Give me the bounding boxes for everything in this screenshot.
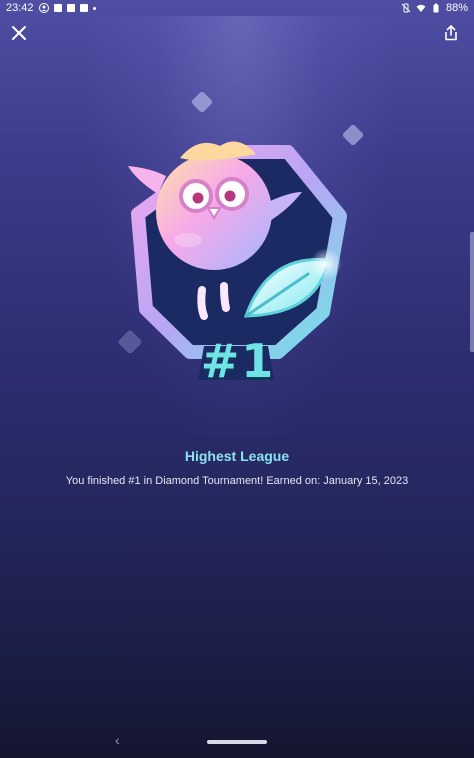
close-icon	[12, 26, 26, 40]
navigation-bar: ‹	[0, 728, 474, 758]
share-button[interactable]	[440, 22, 462, 44]
dot-icon	[92, 6, 96, 10]
top-toolbar	[0, 22, 474, 46]
status-bar: 23:42 88%	[0, 0, 474, 16]
messenger-icon	[79, 4, 88, 12]
share-icon	[445, 25, 457, 41]
home-pill-icon[interactable]	[207, 740, 267, 744]
facebook-icon	[66, 4, 75, 12]
back-chevron-icon[interactable]: ‹	[115, 732, 120, 748]
achievement-title: Highest League	[184, 448, 290, 464]
battery-icon	[431, 3, 441, 13]
battery-percent: 88%	[445, 2, 468, 14]
vibrate-off-icon	[401, 3, 411, 13]
side-panel-handle[interactable]	[470, 232, 474, 352]
achievement-description: You finished #1 in Diamond Tournament! E…	[65, 475, 409, 487]
wifi-icon	[416, 3, 426, 13]
status-left: 23:42	[6, 2, 96, 14]
facebook-icon	[53, 4, 62, 12]
status-right: 88%	[401, 2, 468, 14]
rank-label: #1	[200, 334, 276, 388]
close-button[interactable]	[8, 22, 30, 44]
league-badge: #1	[118, 84, 358, 404]
status-time: 23:42	[6, 2, 34, 14]
account-icon	[38, 3, 49, 13]
